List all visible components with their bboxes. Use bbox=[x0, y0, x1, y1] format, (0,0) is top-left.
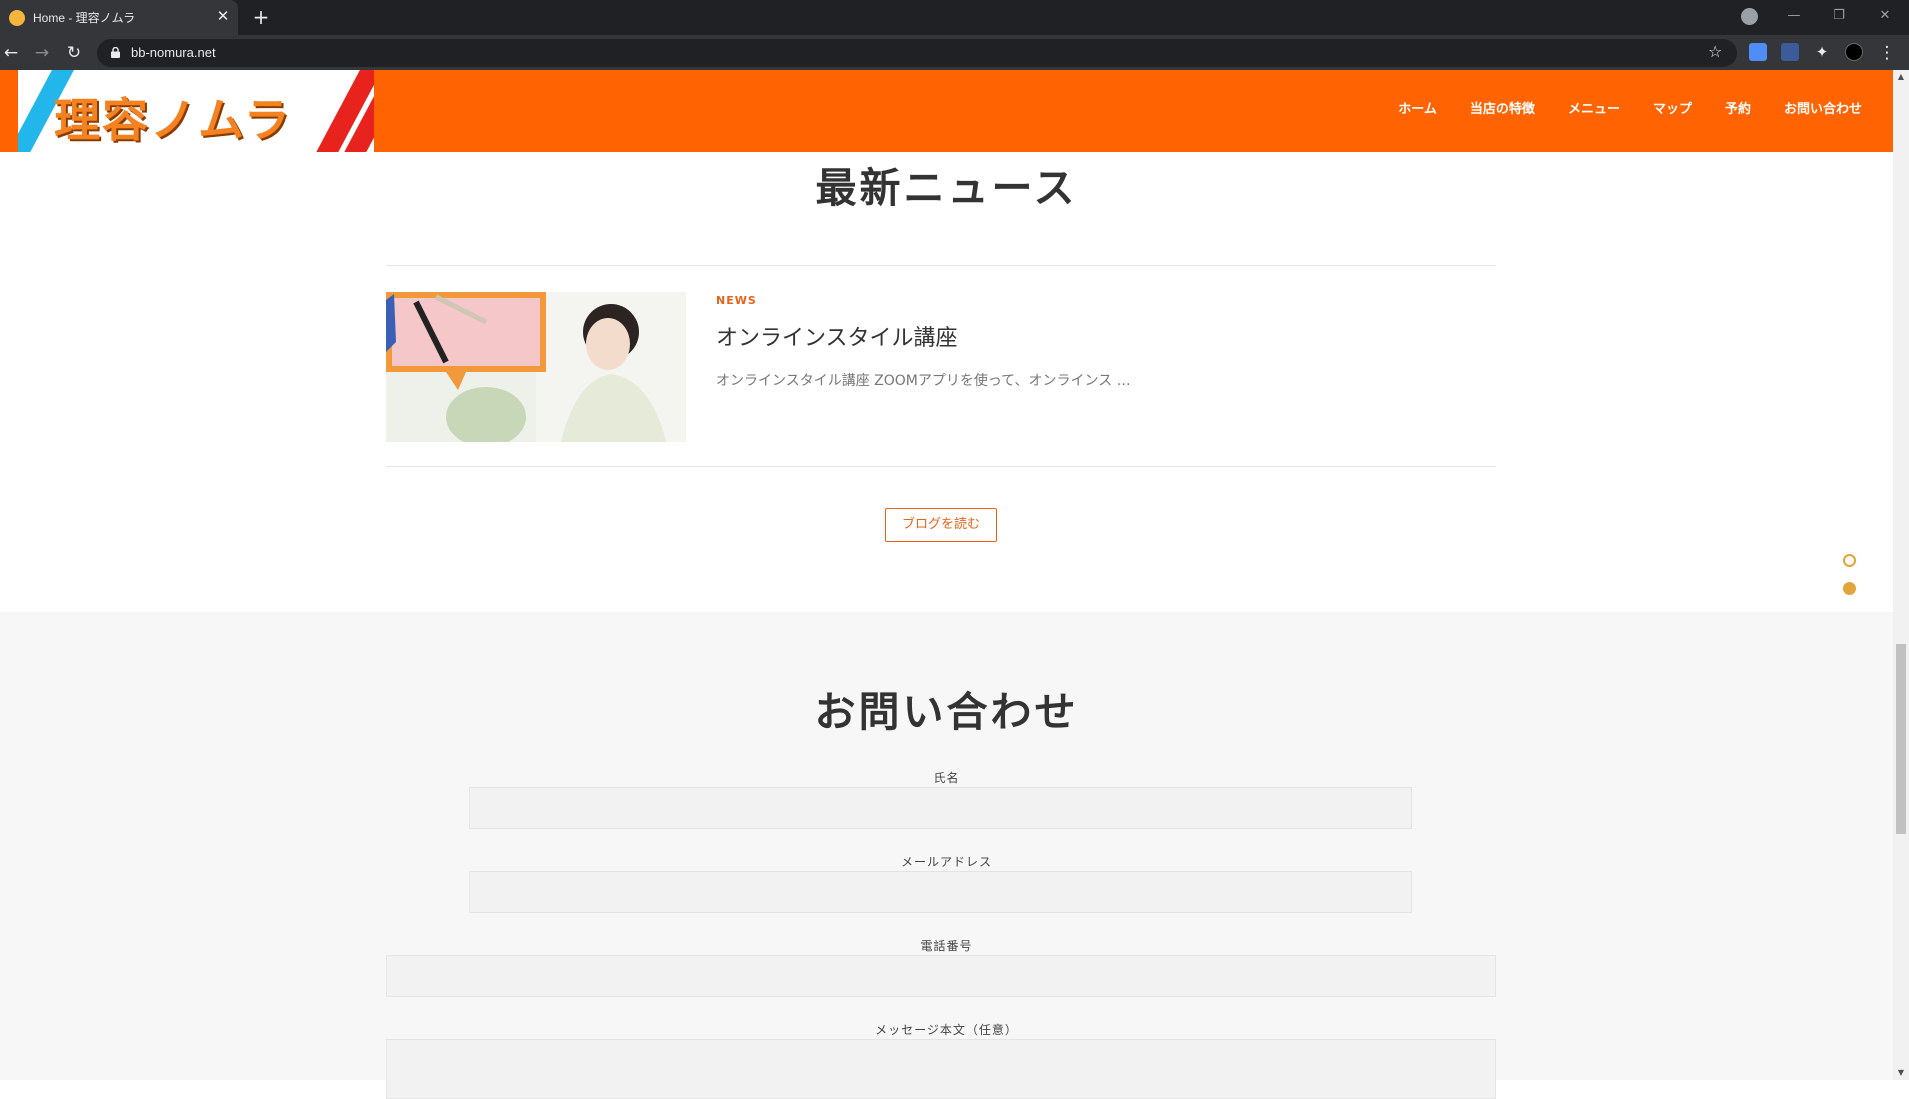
name-label: 氏名 bbox=[933, 771, 960, 785]
browser-tab[interactable]: Home - 理容ノムラ ✕ bbox=[0, 0, 238, 35]
logo-text: 理容ノムラ bbox=[54, 93, 292, 147]
page-scrollbar[interactable]: ▲ ▼ bbox=[1893, 70, 1909, 1080]
browser-toolbar: ← → ↻ bb-nomura.net ☆ ✦ ⋮ bbox=[0, 35, 1909, 70]
restore-button[interactable]: ❐ bbox=[1829, 6, 1849, 26]
forward-button[interactable]: → bbox=[31, 42, 53, 64]
divider bbox=[386, 466, 1496, 467]
extension-icon[interactable] bbox=[1781, 43, 1799, 61]
new-tab-button[interactable]: + bbox=[250, 6, 272, 28]
scroll-down-icon[interactable]: ▼ bbox=[1893, 1066, 1909, 1080]
news-thumbnail-image bbox=[386, 292, 686, 442]
address-bar[interactable]: bb-nomura.net ☆ bbox=[97, 39, 1737, 67]
main-nav: ホーム 当店の特徴 メニュー マップ 予約 お問い合わせ bbox=[1398, 98, 1862, 117]
email-field[interactable] bbox=[469, 871, 1412, 913]
scroll-up-icon[interactable]: ▲ bbox=[1893, 70, 1909, 84]
lock-icon bbox=[111, 47, 120, 58]
nav-map[interactable]: マップ bbox=[1653, 98, 1692, 117]
message-field[interactable] bbox=[386, 1039, 1496, 1099]
nav-reservation[interactable]: 予約 bbox=[1725, 98, 1751, 117]
page-content: 最新ニュース NEWS オンラインスタイル講座 オンラインスタイル講座 ZOOM… bbox=[0, 152, 1893, 1099]
news-heading: 最新ニュース bbox=[815, 164, 1078, 212]
message-label: メッセージ本文（任意） bbox=[875, 1023, 1018, 1037]
contact-heading: お問い合わせ bbox=[814, 688, 1079, 736]
zoom-extension-icon[interactable] bbox=[1749, 43, 1767, 61]
puzzle-icon[interactable]: ✦ bbox=[1813, 43, 1831, 61]
site-logo[interactable]: 理容ノムラ bbox=[18, 70, 374, 152]
bookmark-star-icon[interactable]: ☆ bbox=[1708, 42, 1722, 61]
phone-field[interactable] bbox=[386, 955, 1496, 997]
news-item-excerpt: オンラインスタイル講座 ZOOMアプリを使って、オンラインス … bbox=[716, 373, 1131, 389]
back-button[interactable]: ← bbox=[0, 42, 22, 64]
profile-avatar[interactable] bbox=[1845, 43, 1863, 61]
close-window-button[interactable]: ✕ bbox=[1875, 6, 1895, 26]
section-nav-dot[interactable] bbox=[1843, 554, 1856, 567]
browser-tab-bar: Home - 理容ノムラ ✕ + — ❐ ✕ bbox=[0, 0, 1909, 35]
nav-features[interactable]: 当店の特徴 bbox=[1470, 98, 1535, 117]
news-category[interactable]: NEWS bbox=[716, 294, 757, 307]
divider bbox=[386, 265, 1496, 266]
tab-close-icon[interactable]: ✕ bbox=[214, 7, 232, 25]
name-field[interactable] bbox=[469, 787, 1412, 829]
section-nav-dot-active[interactable] bbox=[1843, 582, 1856, 595]
reload-button[interactable]: ↻ bbox=[63, 42, 85, 64]
tab-search-icon[interactable] bbox=[1741, 8, 1758, 25]
chrome-menu-icon[interactable]: ⋮ bbox=[1876, 42, 1898, 64]
news-item-title[interactable]: オンラインスタイル講座 bbox=[716, 320, 958, 352]
email-label: メールアドレス bbox=[900, 855, 992, 869]
nav-home[interactable]: ホーム bbox=[1398, 98, 1437, 117]
contact-section: お問い合わせ 氏名 メールアドレス 電話番号 メッセージ本文（任意） bbox=[0, 612, 1893, 1099]
phone-label: 電話番号 bbox=[920, 939, 973, 953]
site-header: 理容ノムラ ホーム 当店の特徴 メニュー マップ 予約 お問い合わせ bbox=[0, 70, 1893, 152]
nav-menu[interactable]: メニュー bbox=[1568, 98, 1620, 117]
tab-title: Home - 理容ノムラ bbox=[33, 11, 136, 25]
favicon-icon bbox=[9, 10, 25, 26]
url-text: bb-nomura.net bbox=[131, 45, 216, 60]
scroll-thumb[interactable] bbox=[1896, 644, 1906, 834]
read-blog-button[interactable]: ブログを読む bbox=[885, 508, 997, 542]
nav-contact[interactable]: お問い合わせ bbox=[1784, 98, 1862, 117]
news-section: 最新ニュース NEWS オンラインスタイル講座 オンラインスタイル講座 ZOOM… bbox=[0, 152, 1893, 612]
minimize-button[interactable]: — bbox=[1784, 6, 1804, 26]
news-thumbnail[interactable] bbox=[386, 292, 686, 442]
